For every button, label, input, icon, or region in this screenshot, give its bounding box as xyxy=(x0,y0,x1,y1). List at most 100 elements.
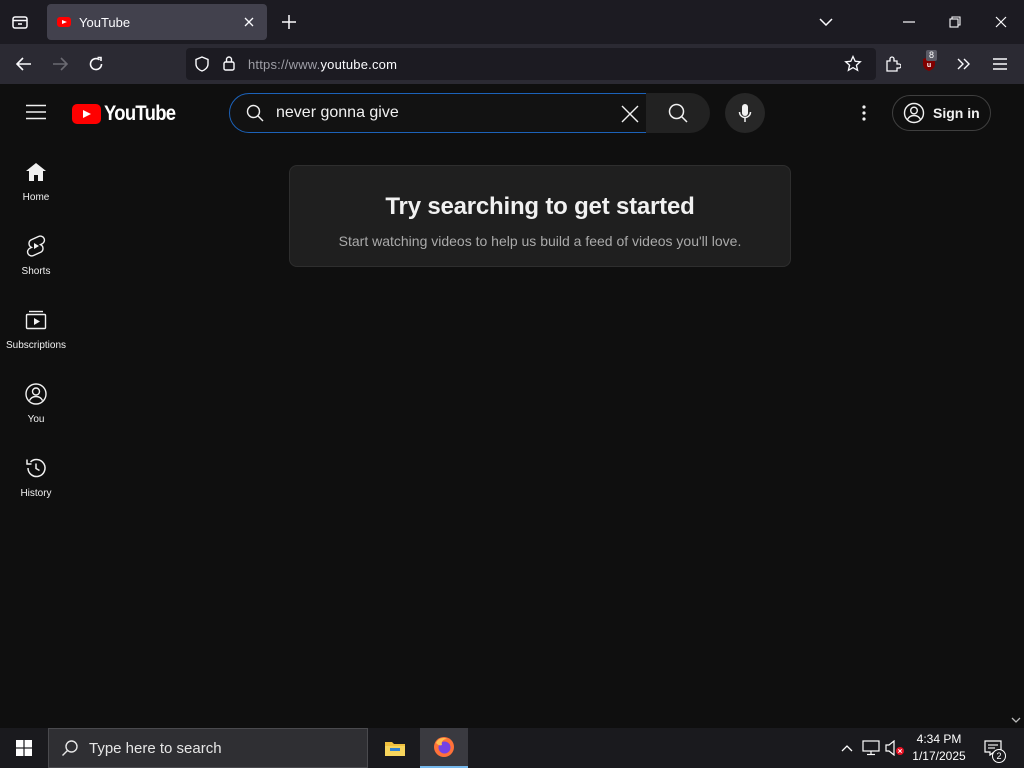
sign-in-label: Sign in xyxy=(933,105,980,121)
sidebar-item-label: Shorts xyxy=(21,266,51,277)
sidebar-item-home[interactable]: Home xyxy=(0,142,72,216)
sidebar-item-label: Subscriptions xyxy=(5,340,67,351)
youtube-favicon-icon xyxy=(57,17,71,27)
you-icon xyxy=(25,383,47,405)
extensions-button[interactable] xyxy=(879,50,907,78)
shorts-icon xyxy=(26,235,46,257)
search-button[interactable] xyxy=(646,93,710,133)
microphone-icon xyxy=(738,104,752,122)
sidebar-item-label: History xyxy=(20,488,52,499)
tab-title: YouTube xyxy=(79,14,131,30)
windows-taskbar: Type here to search 4:34 PM 1/17/2025 xyxy=(0,728,1024,768)
windows-logo-icon xyxy=(16,740,32,756)
youtube-logo[interactable]: YouTube xyxy=(72,102,185,126)
lock-icon[interactable] xyxy=(223,55,235,71)
overflow-menu-button[interactable] xyxy=(950,50,978,78)
reload-button[interactable] xyxy=(82,50,110,78)
browser-toolbar: https://www.youtube.com u xyxy=(0,44,1024,84)
clear-search-button[interactable] xyxy=(618,102,642,126)
list-all-tabs-button[interactable] xyxy=(803,0,849,44)
home-icon xyxy=(26,163,46,181)
close-icon xyxy=(621,105,639,123)
chevron-down-icon xyxy=(1011,717,1021,723)
sign-in-button[interactable]: Sign in xyxy=(892,95,991,131)
empty-feed-subtitle: Start watching videos to help us build a… xyxy=(338,233,742,249)
browser-tab-youtube[interactable]: YouTube xyxy=(47,4,267,40)
folder-icon xyxy=(385,742,405,756)
volume-muted-icon xyxy=(885,740,904,756)
taskbar-file-explorer[interactable] xyxy=(371,728,419,768)
guide-menu-button[interactable] xyxy=(20,98,52,126)
minimize-icon xyxy=(903,21,915,23)
sidebar-item-label: You xyxy=(27,414,45,425)
search-icon xyxy=(246,104,264,122)
taskbar-search-placeholder: Type here to search xyxy=(89,739,222,757)
taskbar-search-box[interactable]: Type here to search xyxy=(48,728,368,768)
arrow-right-icon xyxy=(53,57,68,71)
sidebar-item-history[interactable]: History xyxy=(0,438,72,512)
show-hidden-icons-button[interactable] xyxy=(838,728,856,768)
scrollbar-down-arrow[interactable] xyxy=(1009,713,1023,727)
clock-date: 1/17/2025 xyxy=(912,749,966,763)
new-tab-button[interactable] xyxy=(279,12,299,32)
sidebar-item-subscriptions[interactable]: Subscriptions xyxy=(0,290,72,364)
plus-icon xyxy=(282,15,296,29)
taskbar-firefox[interactable] xyxy=(420,728,468,768)
minimize-button[interactable] xyxy=(886,0,932,44)
youtube-play-icon xyxy=(72,104,101,124)
search-icon xyxy=(668,103,688,123)
close-icon xyxy=(995,16,1007,28)
tab-list-icon xyxy=(12,16,28,29)
search-input[interactable] xyxy=(276,102,606,124)
restore-button[interactable] xyxy=(932,0,978,44)
clock-time: 4:34 PM xyxy=(916,732,962,746)
url-prefix: https://www. xyxy=(248,57,321,72)
browser-tab-strip: YouTube xyxy=(0,0,1024,44)
restore-icon xyxy=(949,16,961,28)
svg-text:u: u xyxy=(927,62,931,69)
more-vertical-icon xyxy=(862,105,866,121)
taskbar-clock[interactable]: 4:34 PM 1/17/2025 xyxy=(906,731,972,765)
tab-list-button[interactable] xyxy=(0,0,40,44)
url-domain: youtube.com xyxy=(320,57,398,72)
voice-search-button[interactable] xyxy=(725,93,765,133)
puzzle-icon xyxy=(886,56,901,72)
extension-badge: 8 xyxy=(926,50,938,61)
back-button[interactable] xyxy=(10,50,38,78)
url-bar[interactable]: https://www.youtube.com xyxy=(186,48,876,80)
logo-text: YouTube xyxy=(104,102,176,125)
app-menu-button[interactable] xyxy=(986,50,1014,78)
search-box[interactable] xyxy=(229,93,647,133)
start-button[interactable] xyxy=(0,728,48,768)
url-text: https://www.youtube.com xyxy=(248,57,397,72)
account-icon xyxy=(903,102,925,124)
notification-count-badge: 2 xyxy=(992,749,1006,763)
chevron-up-icon xyxy=(841,744,853,751)
network-button[interactable] xyxy=(861,728,881,768)
close-icon xyxy=(244,17,254,27)
sidebar-item-label: Home xyxy=(22,192,50,203)
firefox-icon xyxy=(434,737,454,757)
empty-feed-card: Try searching to get started Start watch… xyxy=(289,165,791,267)
network-icon xyxy=(862,740,880,756)
hamburger-icon xyxy=(26,104,46,120)
history-icon xyxy=(26,458,46,478)
reload-icon xyxy=(89,56,103,71)
tab-close-button[interactable] xyxy=(241,14,257,30)
empty-feed-title: Try searching to get started xyxy=(385,193,695,220)
youtube-header: YouTube Sign in xyxy=(0,84,1024,142)
sidebar-item-shorts[interactable]: Shorts xyxy=(0,216,72,290)
chevrons-right-icon xyxy=(957,58,970,70)
subscriptions-icon xyxy=(25,310,47,330)
volume-button[interactable] xyxy=(884,728,906,768)
forward-button[interactable] xyxy=(46,50,74,78)
search-icon xyxy=(62,740,78,756)
arrow-left-icon xyxy=(16,57,31,71)
star-icon[interactable] xyxy=(844,55,862,73)
window-close-button[interactable] xyxy=(978,0,1024,44)
shield-icon[interactable] xyxy=(195,56,209,72)
sidebar-item-you[interactable]: You xyxy=(0,364,72,438)
settings-more-button[interactable] xyxy=(852,100,876,126)
chevron-down-icon xyxy=(819,18,833,26)
hamburger-icon xyxy=(993,58,1007,70)
